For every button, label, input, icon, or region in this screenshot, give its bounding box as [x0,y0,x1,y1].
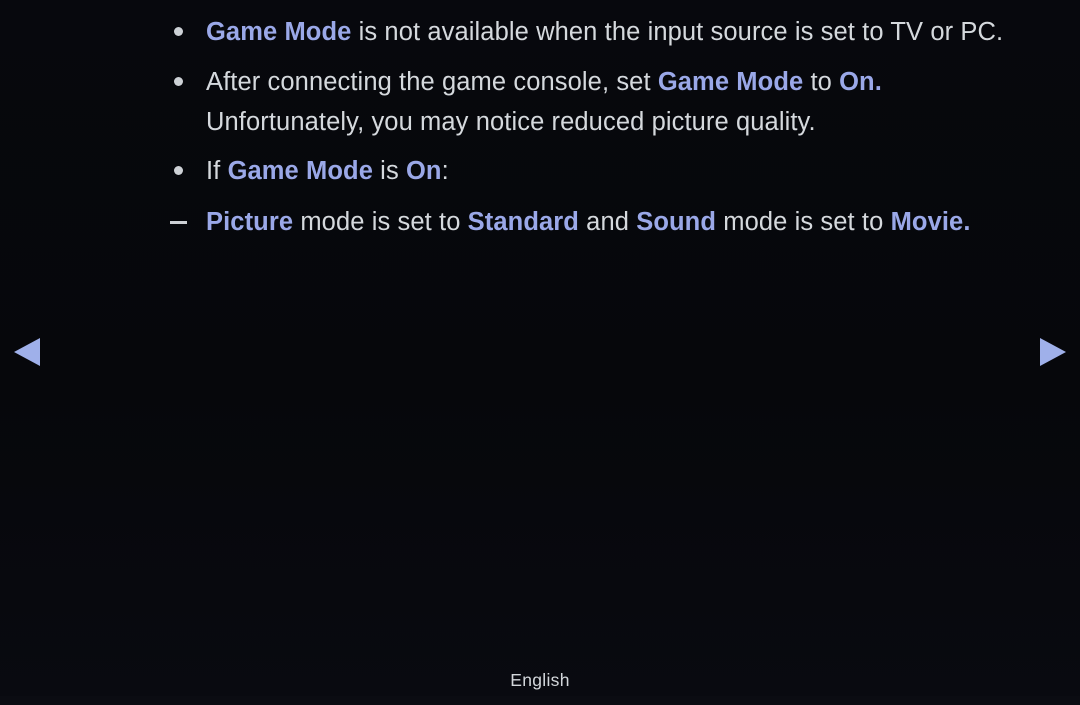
help-list-item: Game Mode is not available when the inpu… [0,12,1080,52]
highlight-term: Movie [890,208,964,236]
highlight-term: On [839,68,875,96]
help-line: Picture mode is set to Standard and Soun… [206,202,1040,242]
highlight-term: Sound [636,208,717,236]
triangle-left-icon[interactable] [14,338,40,366]
help-line: Game Mode is not available when the inpu… [206,12,1040,52]
help-list-item: After connecting the game console, set G… [0,62,1080,142]
highlight-term: On [406,157,442,185]
text-run: mode is set to [716,208,891,236]
text-run: If [206,157,228,185]
bullet-icon [174,166,183,175]
text-run: to [803,68,840,96]
highlight-term: . [963,208,971,236]
text-run: : [441,157,449,185]
highlight-term: Game Mode [227,157,373,185]
bullet-icon [174,27,183,36]
text-run: mode is set to [293,208,468,236]
text-run: After connecting the game console, set [206,68,658,96]
help-list-item: If Game Mode is On: [0,151,1080,191]
footer-language-label: English [510,670,570,690]
bottom-band [0,696,1080,705]
text-run: is not available when the input source i… [351,18,1004,46]
help-line: If Game Mode is On: [206,151,1040,191]
text-run: is [373,157,406,185]
help-sub-item: Picture mode is set to Standard and Soun… [0,202,1080,242]
bullet-icon [174,77,183,86]
help-screen: Game Mode is not available when the inpu… [0,0,1080,705]
dash-icon [170,221,187,224]
help-line: Unfortunately, you may notice reduced pi… [206,102,1040,142]
triangle-right-icon[interactable] [1040,338,1066,366]
highlight-term: Game Mode [206,18,352,46]
help-line: After connecting the game console, set G… [206,62,1040,102]
highlight-term: . [874,68,882,96]
text-run: and [579,208,637,236]
highlight-term: Game Mode [657,68,804,96]
text-run: Unfortunately, you may notice reduced pi… [206,108,816,136]
highlight-term: Standard [467,208,579,236]
highlight-term: Picture [206,208,294,236]
